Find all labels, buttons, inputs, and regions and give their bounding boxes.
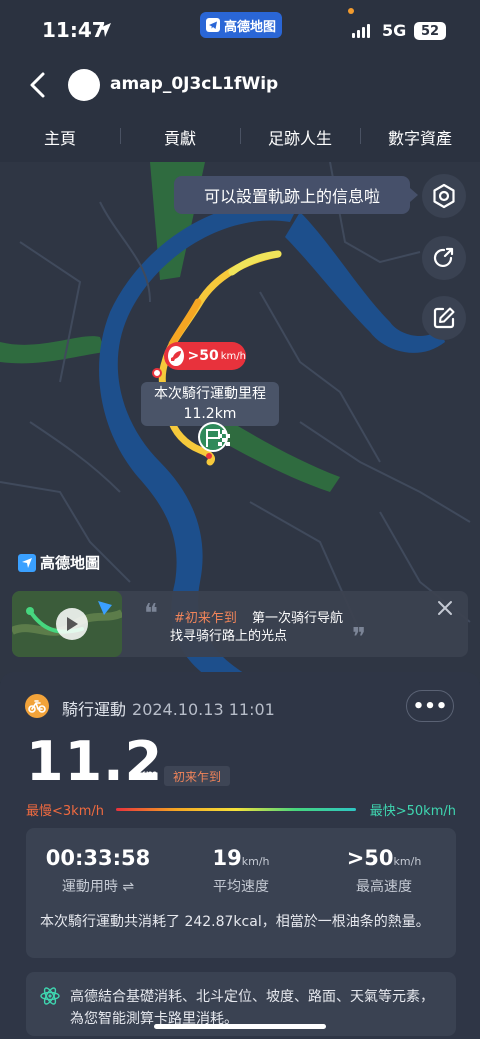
share-button[interactable] (422, 236, 466, 280)
stat-avg-speed-unit: km/h (241, 855, 270, 868)
promo-line-1: 第一次骑行导航 (252, 611, 344, 626)
stat-duration[interactable]: 00:33:58 運動用時 ⇌ (28, 846, 168, 896)
app-pill-label: 高德地图 (223, 19, 276, 35)
distance-value: 11.2 (26, 730, 164, 793)
distance-map-label-title: 本次騎行運動里程 (154, 386, 266, 402)
quote-close-icon: ❞ (352, 623, 366, 653)
privacy-indicator-dot (348, 8, 354, 14)
speed-gradient-bar (116, 808, 356, 811)
signal-icon (352, 24, 370, 38)
activity-type: 騎行運動 (62, 700, 127, 719)
promo-line-2: 找寻骑行路上的光点 (170, 629, 288, 644)
promo-video-thumbnail[interactable] (12, 591, 122, 657)
max-speed-badge[interactable]: >50 km/h (164, 342, 246, 370)
atom-icon (40, 987, 60, 1005)
app-return-pill[interactable]: 高德地图 (200, 12, 282, 38)
back-arrow-icon[interactable] (26, 70, 52, 100)
network-type: 5G (382, 21, 407, 40)
location-arrow-icon (97, 23, 111, 37)
amap-logo-text: 高德地圖 (40, 554, 101, 572)
share-icon (433, 247, 454, 267)
more-button[interactable]: ••• (406, 690, 454, 722)
stat-duration-value: 00:33:58 (45, 846, 151, 870)
profile-tabs: 主頁 貢獻 足跡人生 數字資產 (0, 112, 480, 162)
promo-banner[interactable]: ❝ #初来乍到 第一次骑行导航 找寻骑行路上的光点 ❞ (12, 591, 468, 657)
play-icon[interactable] (56, 608, 88, 640)
stat-max-speed-value: >50 (346, 846, 394, 870)
bicycle-icon (25, 694, 49, 718)
route-map[interactable]: 可以設置軌跡上的信息啦 >50 km/h 本次騎行運動里程 11.2km 高德地… (0, 162, 480, 682)
tab-digital-assets[interactable]: 數字資產 (360, 125, 480, 149)
more-dots-icon: ••• (412, 695, 448, 717)
home-indicator[interactable] (154, 1024, 326, 1029)
promo-tag: #初来乍到 (174, 611, 237, 626)
username: amap_0J3cL1fWip (110, 74, 279, 94)
edit-button[interactable] (422, 296, 466, 340)
finish-flag-icon (198, 422, 230, 459)
achievement-badge: 初来乍到 (164, 766, 230, 786)
stat-duration-label: 運動用時 ⇌ (61, 879, 135, 895)
activity-sheet: 騎行運動 2024.10.13 11:01 ••• 11.2 km 初来乍到 最慢… (0, 672, 480, 1039)
stat-max-speed-unit: km/h (393, 855, 422, 868)
edit-icon (433, 307, 455, 329)
speed-legend-fast: 最快>50km/h (369, 804, 456, 819)
stat-avg-speed-value: 19 (212, 846, 242, 870)
activity-datetime: 2024.10.13 11:01 (132, 700, 275, 719)
activity-title: 騎行運動 2024.10.13 11:01 (62, 696, 275, 720)
speed-legend: 最慢<3km/h 最快>50km/h (26, 800, 456, 820)
map-tooltip: 可以設置軌跡上的信息啦 (174, 176, 418, 214)
status-bar: 11:47 高德地图 5G 52 (0, 0, 480, 62)
stats-card: 00:33:58 運動用時 ⇌ 19km/h 平均速度 >50km/h 最高速度… (26, 828, 456, 958)
stat-max-speed: >50km/h 最高速度 (314, 846, 454, 896)
max-speed-unit: km/h (220, 350, 246, 362)
telegram-icon (205, 18, 220, 32)
battery-level: 52 (420, 23, 440, 39)
calorie-description: 本次騎行運動共消耗了 242.87kcal，相當於一根油条的熱量。 (40, 914, 430, 930)
battery-icon: 52 (414, 22, 446, 40)
speed-legend-slow: 最慢<3km/h (26, 804, 104, 819)
tab-home[interactable]: 主頁 (0, 125, 120, 149)
amap-logo-icon (18, 553, 36, 572)
avatar[interactable] (68, 69, 100, 101)
stat-max-speed-label: 最高速度 (356, 879, 412, 895)
quote-open-icon: ❝ (144, 599, 158, 629)
distance-unit: km (138, 768, 159, 783)
tab-contribution[interactable]: 貢獻 (120, 125, 240, 149)
stat-avg-speed-label: 平均速度 (213, 879, 269, 895)
max-speed-value: >50 (187, 348, 219, 364)
profile-header: amap_0J3cL1fWip (0, 62, 480, 110)
tab-footprints[interactable]: 足跡人生 (240, 125, 360, 149)
amap-logo: 高德地圖 (18, 552, 100, 573)
settings-icon (433, 183, 455, 209)
rocket-icon (168, 346, 184, 366)
close-icon[interactable] (436, 599, 454, 617)
settings-button[interactable] (422, 174, 466, 218)
stat-avg-speed: 19km/h 平均速度 (171, 846, 311, 896)
